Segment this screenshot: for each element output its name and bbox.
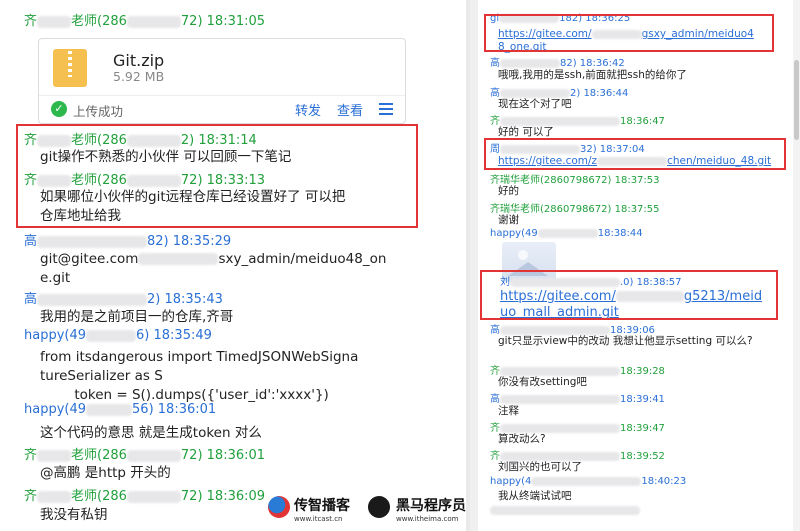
highlight-box xyxy=(484,14,774,52)
itcast-logo: 传智播客 www.itcast.cn xyxy=(294,498,350,523)
message-header: happy(4 18:40:23 xyxy=(490,476,687,487)
message-text: 哦哦,我用的是ssh,前面就把ssh的给你了 xyxy=(498,69,687,81)
file-size: 5.92 MB xyxy=(113,69,165,84)
highlight-box xyxy=(484,138,786,170)
message-header: 高 2) 18:35:43 xyxy=(24,292,223,307)
highlight-box xyxy=(16,124,418,228)
right-scrollbar[interactable] xyxy=(793,0,800,531)
zip-file-icon xyxy=(53,49,87,87)
pane-divider xyxy=(470,0,478,531)
itcast-logo-icon xyxy=(268,496,290,518)
message-text: 算改动么? xyxy=(498,433,546,445)
message-text: 我从终端试试吧 xyxy=(498,490,572,502)
menu-icon[interactable] xyxy=(379,103,393,115)
message-text: 我没有私钥 xyxy=(40,507,108,523)
message-text: git@gitee.com sxy_admin/meiduo48_on e.git xyxy=(40,251,387,286)
message-text: 注释 xyxy=(498,405,519,417)
message-text: from itsdangerous import TimedJSONWebSig… xyxy=(40,349,359,403)
message-header: 齐老师(286 72) 18:31:05 xyxy=(24,14,266,29)
message-header: happy(49 56) 18:36:01 xyxy=(24,402,217,417)
divider xyxy=(39,95,405,96)
upload-status: 上传成功 xyxy=(73,104,124,119)
view-button[interactable]: 查看 xyxy=(337,100,363,119)
message-text: 谢谢 xyxy=(498,214,519,226)
checkmark-icon: ✓ xyxy=(51,101,67,117)
itheima-logo: 黑马程序员 www.itheima.com xyxy=(396,498,466,523)
message-text: 我用的是之前项目一的仓库,齐哥 xyxy=(40,309,234,325)
message-text: @高鹏 是http 开头的 xyxy=(40,465,171,481)
message-text: 现在这个对了吧 xyxy=(498,98,572,110)
message-header xyxy=(490,505,640,516)
message-text: 这个代码的意思 就是生成token 对么 xyxy=(40,425,262,441)
message-header: 齐老师(286 72) 18:36:09 xyxy=(24,489,266,504)
file-attachment-card[interactable]: Git.zip 5.92 MB ✓ 上传成功 转发 查看 xyxy=(38,38,406,124)
message-header: 高 82) 18:36:42 xyxy=(490,58,625,69)
right-chat-pane: gi 182) 18:36:25 https://gitee.com/gsxy_a… xyxy=(478,0,800,531)
message-text: 好的 可以了 xyxy=(498,126,554,138)
message-header: 高 82) 18:35:29 xyxy=(24,234,232,249)
message-header: happy(49 18:38:44 xyxy=(490,228,643,239)
message-text: 你没有改setting吧 xyxy=(498,376,587,388)
left-chat-pane: 齐老师(286 72) 18:31:05 Git.zip 5.92 MB ✓ 上传… xyxy=(0,0,470,531)
message-header: happy(49 6) 18:35:49 xyxy=(24,328,212,343)
message-header: 齐老师(286 72) 18:36:01 xyxy=(24,448,266,463)
forward-button[interactable]: 转发 xyxy=(295,100,321,119)
file-name: Git.zip xyxy=(113,51,165,70)
message-header: 高 18:39:41 xyxy=(490,394,665,405)
message-text: git只显示view中的改动 我想让他显示setting 可以么? xyxy=(498,335,753,347)
itheima-logo-icon xyxy=(368,496,390,518)
highlight-box xyxy=(480,270,778,320)
message-text: 好的 xyxy=(498,185,519,197)
message-text: 刘国兴的也可以了 xyxy=(498,461,582,473)
